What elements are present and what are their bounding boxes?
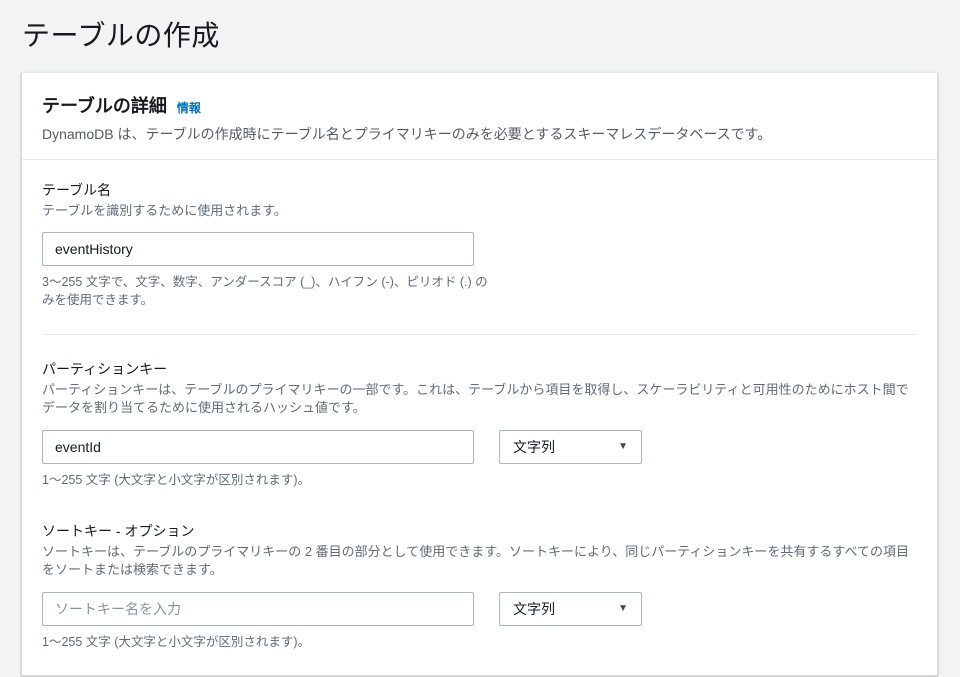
partition-key-label: パーティションキー bbox=[42, 361, 168, 377]
sort-key-constraint: 1〜255 文字 (大文字と小文字が区別されます)。 bbox=[42, 635, 311, 649]
sort-key-description: ソートキーは、テーブルのプライマリキーの 2 番目の部分として使用できます。ソー… bbox=[42, 544, 909, 577]
create-table-page: テーブルの作成 テーブルの詳細 情報 DynamoDB は、テーブルの作成時にテ… bbox=[0, 0, 960, 677]
table-name-field-group: テーブル名 テーブルを識別するために使用されます。 3〜255 文字で、文字、数… bbox=[42, 180, 917, 309]
partition-key-description: パーティションキーは、テーブルのプライマリキーの一部です。これは、テーブルから項… bbox=[42, 382, 909, 415]
chevron-down-icon: ▼ bbox=[618, 441, 628, 452]
sort-key-field-group: ソートキー - オプション ソートキーは、テーブルのプライマリキーの 2 番目の… bbox=[42, 521, 917, 651]
partition-key-type-select[interactable]: 文字列 ▼ bbox=[499, 430, 642, 464]
sort-key-type-value: 文字列 bbox=[513, 601, 555, 617]
page-title: テーブルの作成 bbox=[22, 20, 220, 51]
panel-body: テーブル名 テーブルを識別するために使用されます。 3〜255 文字で、文字、数… bbox=[22, 160, 937, 675]
chevron-down-icon: ▼ bbox=[618, 603, 628, 614]
sort-key-label: ソートキー - オプション bbox=[42, 523, 195, 539]
panel-title: テーブルの詳細 bbox=[42, 96, 167, 116]
partition-key-input[interactable] bbox=[42, 430, 474, 464]
table-name-input[interactable] bbox=[42, 232, 474, 266]
section-divider bbox=[42, 334, 917, 335]
partition-key-constraint: 1〜255 文字 (大文字と小文字が区別されます)。 bbox=[42, 473, 311, 487]
sort-key-input[interactable] bbox=[42, 592, 474, 626]
sort-key-type-select[interactable]: 文字列 ▼ bbox=[499, 592, 642, 626]
table-name-description: テーブルを識別するために使用されます。 bbox=[42, 203, 287, 218]
table-name-label: テーブル名 bbox=[42, 182, 112, 198]
table-details-panel: テーブルの詳細 情報 DynamoDB は、テーブルの作成時にテーブル名とプライ… bbox=[21, 72, 938, 676]
partition-key-type-value: 文字列 bbox=[513, 439, 555, 455]
table-name-constraint: 3〜255 文字で、文字、数字、アンダースコア (_)、ハイフン (-)、ピリオ… bbox=[42, 275, 488, 307]
info-link[interactable]: 情報 bbox=[177, 99, 201, 116]
partition-key-field-group: パーティションキー パーティションキーは、テーブルのプライマリキーの一部です。こ… bbox=[42, 359, 917, 489]
panel-header: テーブルの詳細 情報 DynamoDB は、テーブルの作成時にテーブル名とプライ… bbox=[22, 73, 937, 160]
panel-description: DynamoDB は、テーブルの作成時にテーブル名とプライマリキーのみを必要とす… bbox=[42, 126, 772, 142]
